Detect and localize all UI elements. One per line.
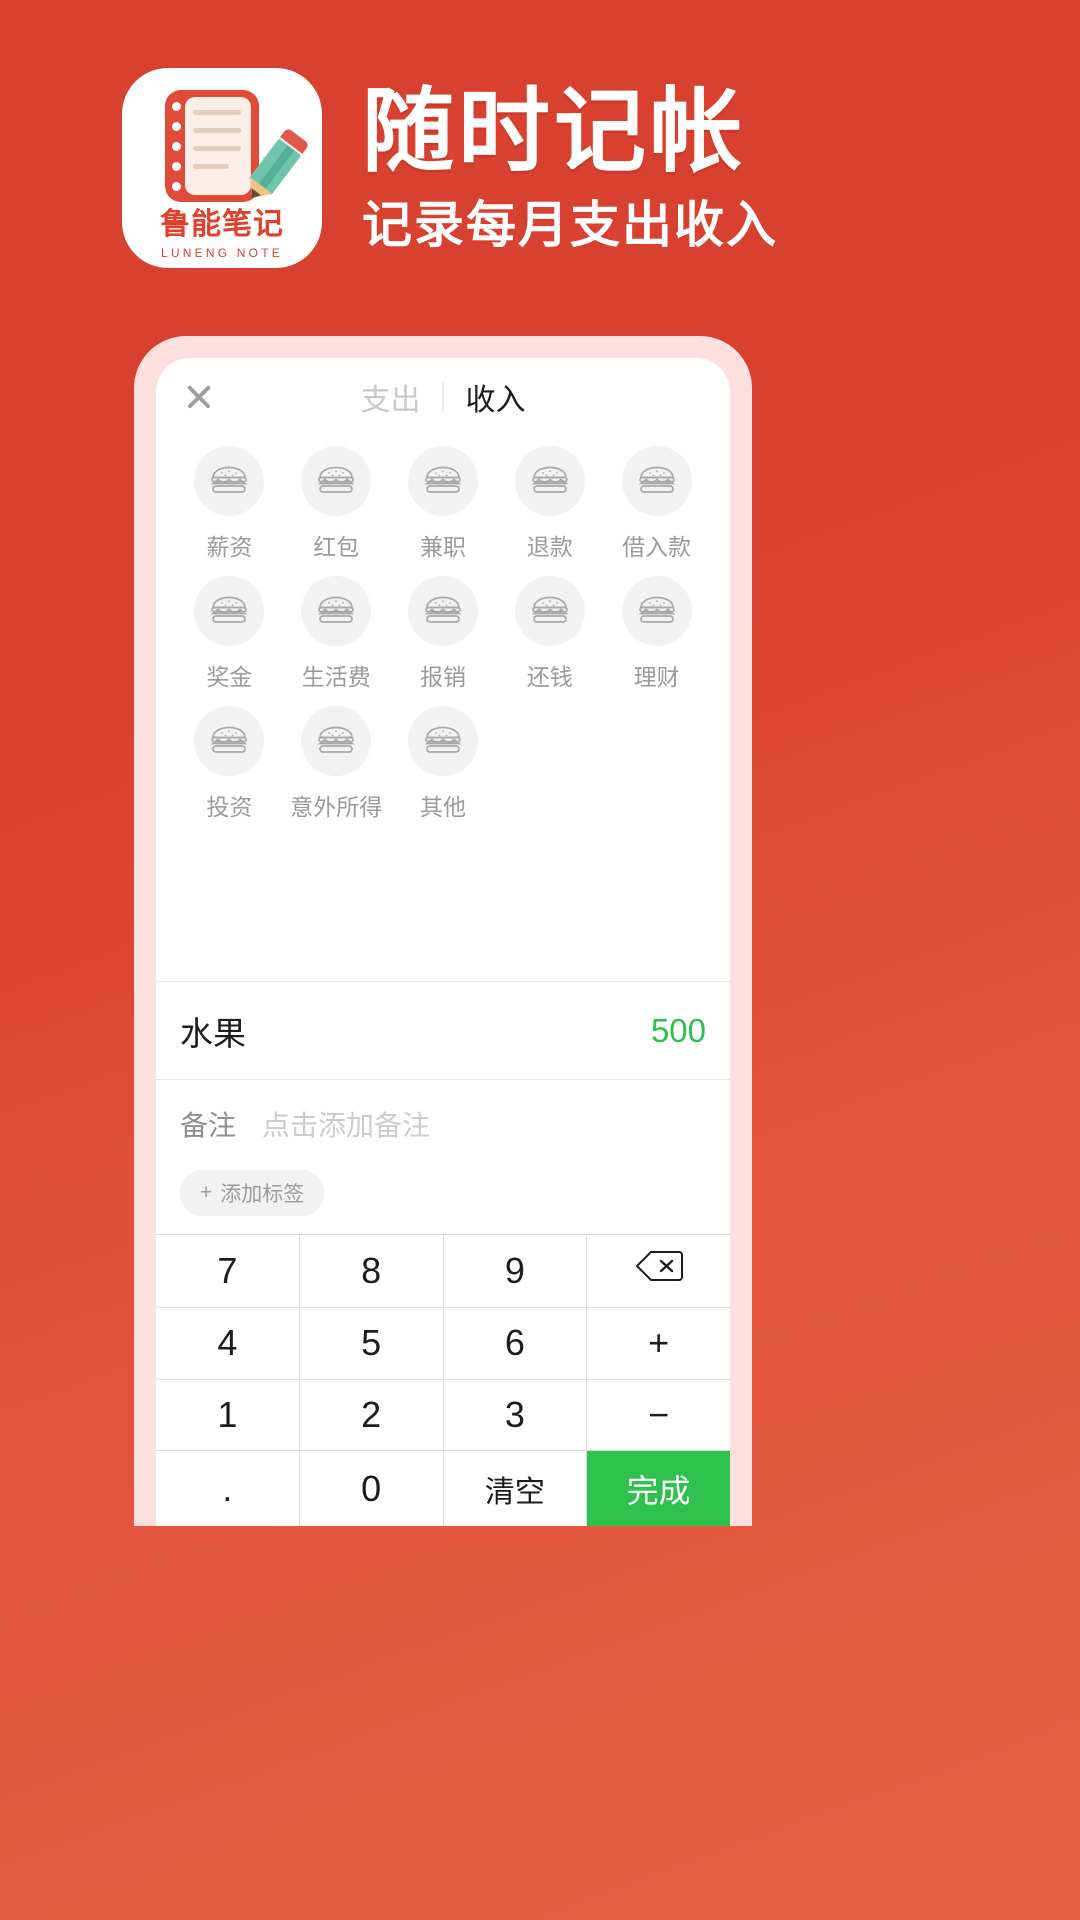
- key-5[interactable]: 5: [299, 1307, 443, 1379]
- category-label: 生活费: [301, 664, 371, 690]
- category-item[interactable]: 兼职: [390, 446, 497, 562]
- burger-icon: [514, 576, 585, 646]
- category-label: 其他: [419, 794, 466, 820]
- type-tabs: 支出 收入: [361, 375, 526, 419]
- note-row[interactable]: 备注 点击添加备注: [180, 1104, 706, 1144]
- category-label: 理财: [633, 664, 680, 690]
- key-2[interactable]: 2: [299, 1379, 443, 1451]
- burger-icon: [621, 576, 692, 646]
- key-3[interactable]: 3: [443, 1379, 587, 1451]
- category-area: 薪资 红包 兼职 退款 借入款奖金 生活费 报销 还钱 理财投资 意外所得 其他: [156, 436, 730, 981]
- note-block: 备注 点击添加备注 + 添加标签: [156, 1079, 730, 1234]
- note-label: 备注: [180, 1110, 237, 1141]
- category-label: 报销: [419, 664, 466, 690]
- category-label: 退款: [526, 534, 573, 560]
- category-item[interactable]: 其他: [390, 706, 497, 822]
- app-logo: 鲁能笔记 LUNENG NOTE: [122, 68, 322, 268]
- entry-amount-row[interactable]: 水果 500: [156, 981, 730, 1079]
- burger-icon: [407, 576, 478, 646]
- app-topbar: 支出 收入: [156, 358, 730, 436]
- category-item[interactable]: 意外所得: [283, 706, 390, 822]
- burger-icon: [407, 446, 478, 516]
- burger-icon: [194, 706, 265, 776]
- promo-subheadline: 记录每月支出收入: [362, 196, 778, 254]
- add-tag-button[interactable]: + 添加标签: [180, 1170, 325, 1216]
- key-.[interactable]: .: [156, 1451, 299, 1526]
- burger-icon: [194, 446, 265, 516]
- phone-mockup: 支出 收入 薪资 红包 兼职 退款 借入款奖金 生活费 报销 还钱 理财投资 意外所得 其他 水果 …: [134, 336, 752, 1526]
- tab-divider: [442, 382, 444, 412]
- add-tag-label: 添加标签: [220, 1183, 305, 1206]
- app-logo-subtitle: LUNENG NOTE: [161, 246, 283, 260]
- backspace-icon: [635, 1249, 683, 1292]
- tab-expense[interactable]: 支出: [361, 375, 421, 419]
- key-7[interactable]: 7: [156, 1235, 299, 1307]
- burger-icon: [194, 576, 265, 646]
- promo-text: 随时记帐 记录每月支出收入: [362, 68, 778, 254]
- burger-icon: [301, 576, 372, 646]
- app-logo-name: 鲁能笔记: [160, 208, 284, 241]
- note-input[interactable]: 点击添加备注: [262, 1104, 430, 1144]
- promo-headline: 随时记帐: [362, 78, 747, 185]
- category-item[interactable]: 生活费: [283, 576, 390, 692]
- category-item[interactable]: 薪资: [176, 446, 283, 562]
- category-grid: 薪资 红包 兼职 退款 借入款奖金 生活费 报销 还钱 理财投资 意外所得 其他: [176, 446, 710, 822]
- key-6[interactable]: 6: [443, 1307, 587, 1379]
- category-item[interactable]: 退款: [496, 446, 603, 562]
- category-label: 还钱: [526, 664, 573, 690]
- burger-icon: [407, 706, 478, 776]
- category-label: 兼职: [419, 534, 466, 560]
- key-9[interactable]: 9: [443, 1235, 587, 1307]
- burger-icon: [301, 706, 372, 776]
- entry-category-name: 水果: [180, 1014, 246, 1052]
- category-item[interactable]: 理财: [603, 576, 710, 692]
- category-item[interactable]: 投资: [176, 706, 283, 822]
- key-4[interactable]: 4: [156, 1307, 299, 1379]
- numeric-keypad: 7 8 9 4 5 6 +1 2 3−. 0 清空 完成: [156, 1234, 730, 1526]
- key-−[interactable]: −: [587, 1379, 730, 1451]
- category-item[interactable]: 报销: [390, 576, 497, 692]
- category-item[interactable]: 借入款: [603, 446, 710, 562]
- key-1[interactable]: 1: [156, 1379, 299, 1451]
- category-item[interactable]: 奖金: [176, 576, 283, 692]
- promo-header: 鲁能笔记 LUNENG NOTE 随时记帐 记录每月支出收入: [0, 0, 1080, 330]
- key-0[interactable]: 0: [299, 1451, 443, 1526]
- burger-icon: [514, 446, 585, 516]
- tab-income[interactable]: 收入: [466, 375, 526, 419]
- phone-screen: 支出 收入 薪资 红包 兼职 退款 借入款奖金 生活费 报销 还钱 理财投资 意外所得 其他 水果 …: [156, 358, 730, 1526]
- category-item[interactable]: 还钱: [496, 576, 603, 692]
- entry-amount-value: 500: [650, 1011, 706, 1049]
- key-done[interactable]: 完成: [587, 1451, 730, 1526]
- burger-icon: [621, 446, 692, 516]
- category-label: 投资: [206, 794, 253, 820]
- category-label: 意外所得: [290, 794, 383, 820]
- category-item[interactable]: 红包: [283, 446, 390, 562]
- category-label: 薪资: [206, 534, 253, 560]
- burger-icon: [301, 446, 372, 516]
- close-icon[interactable]: [182, 380, 216, 414]
- category-label: 借入款: [622, 534, 692, 560]
- key-+[interactable]: +: [587, 1307, 730, 1379]
- category-label: 奖金: [206, 664, 253, 690]
- notepad-pencil-icon: [159, 90, 310, 208]
- key-8[interactable]: 8: [299, 1235, 443, 1307]
- key-clear[interactable]: 清空: [443, 1451, 587, 1526]
- backspace-key[interactable]: [587, 1235, 730, 1307]
- category-label: 红包: [313, 534, 360, 560]
- plus-icon: +: [200, 1181, 213, 1204]
